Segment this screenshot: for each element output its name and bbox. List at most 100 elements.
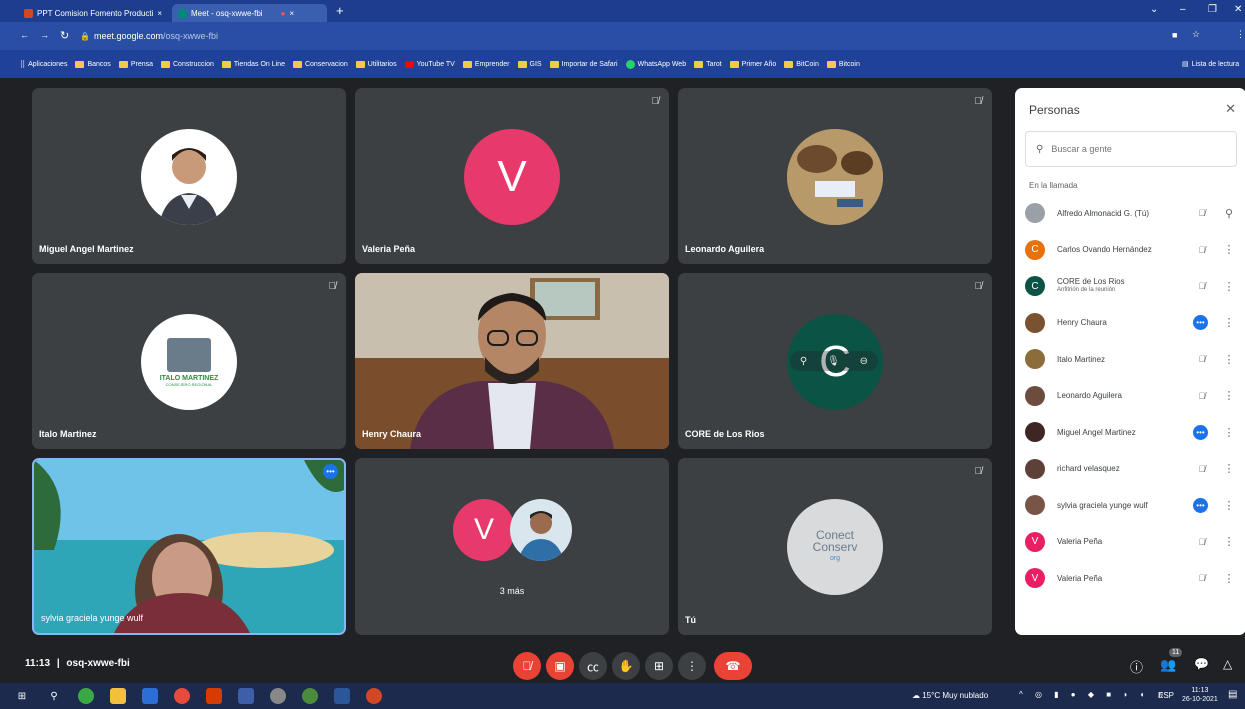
- participant-row[interactable]: C CORE de Los Rios Anfitrión de la reunión…: [1025, 268, 1237, 304]
- participant-row[interactable]: Leonardo Aguilera 🎙̸ ⋮: [1025, 378, 1237, 414]
- file-explorer-icon[interactable]: [110, 688, 126, 704]
- bookmark-tarot[interactable]: Tarot: [694, 60, 722, 68]
- more-vert-icon[interactable]: ⋮: [1221, 499, 1237, 512]
- camera-toggle-button[interactable]: ▣: [546, 652, 574, 680]
- bookmark-bitcoin-1[interactable]: BitCoin: [784, 60, 819, 68]
- close-icon[interactable]: ×: [157, 9, 162, 18]
- chrome-active-icon[interactable]: [302, 688, 318, 704]
- remove-icon[interactable]: ⊖: [860, 356, 868, 367]
- tray-icons[interactable]: ^ ◎ ▮ ● ◆ ■ ◗ ◐ ♫: [1019, 690, 1168, 699]
- more-options-button[interactable]: ⋮: [678, 652, 706, 680]
- more-vert-icon[interactable]: ⋮: [1221, 243, 1237, 256]
- more-vert-icon[interactable]: ⋮: [1221, 535, 1237, 548]
- mic-toggle-button[interactable]: 🎙̸: [513, 652, 541, 680]
- chat-button[interactable]: 💬: [1194, 657, 1209, 671]
- participant-row[interactable]: Alfredo Almonacid G. (Tú) 🎙̸ ⚲: [1025, 195, 1237, 231]
- back-icon[interactable]: ←: [20, 30, 29, 40]
- store-icon[interactable]: [142, 688, 158, 704]
- participant-row[interactable]: Italo Martinez 🎙̸ ⋮: [1025, 341, 1237, 377]
- app-icon[interactable]: [78, 688, 94, 704]
- tile-henry[interactable]: Henry Chaura: [355, 273, 669, 449]
- bookmark-whatsapp[interactable]: WhatsApp Web: [625, 59, 686, 69]
- participant-row[interactable]: Miguel Angel Martinez ••• ⋮: [1025, 414, 1237, 450]
- more-vert-icon[interactable]: ⋮: [1221, 572, 1237, 585]
- bookmark-emprender[interactable]: Emprender: [462, 60, 510, 68]
- mute-participant-icon[interactable]: 🎙: [827, 356, 840, 367]
- participant-row[interactable]: V Valeria Peña 🎙̸ ⋮: [1025, 560, 1237, 596]
- participant-row[interactable]: Henry Chaura ••• ⋮: [1025, 305, 1237, 341]
- participant-row[interactable]: richard velasquez 🎙̸ ⋮: [1025, 451, 1237, 487]
- people-button[interactable]: 👥: [1160, 657, 1176, 673]
- participant-row[interactable]: C Carlos Ovando Hernández 🎙̸ ⋮: [1025, 232, 1237, 268]
- camera-icon[interactable]: ■: [1172, 30, 1177, 40]
- minimize-icon[interactable]: –: [1180, 4, 1186, 15]
- tab-search-icon[interactable]: ⌄: [1150, 4, 1158, 15]
- participant-row[interactable]: sylvia graciela yunge wulf ••• ⋮: [1025, 487, 1237, 523]
- clock[interactable]: 11:13 26-10-2021: [1182, 686, 1218, 704]
- bookmark-star-icon[interactable]: ☆: [1192, 29, 1200, 40]
- notification-icon[interactable]: ▤: [1228, 689, 1237, 700]
- pin-icon[interactable]: ⚲: [800, 356, 807, 367]
- present-button[interactable]: ⊞: [645, 652, 673, 680]
- more-vert-icon[interactable]: ⋮: [1221, 280, 1237, 293]
- language-indicator[interactable]: ESP: [1158, 691, 1174, 700]
- more-vert-icon[interactable]: ⋮: [1221, 389, 1237, 402]
- tile-leonardo[interactable]: 🎙̸ Leonardo Aguilera: [678, 88, 992, 264]
- bookmark-construccion[interactable]: Construccion: [161, 60, 214, 68]
- powerpoint-icon[interactable]: [366, 688, 382, 704]
- tile-valeria[interactable]: 🎙̸ V Valeria Peña: [355, 88, 669, 264]
- office-icon[interactable]: [206, 688, 222, 704]
- weather-widget[interactable]: ☁ 15°C Muy nublado: [912, 691, 988, 700]
- search-field[interactable]: ⚲: [1025, 131, 1237, 167]
- bookmark-apps[interactable]: ⣿ Aplicaciones: [20, 60, 67, 69]
- participant-row[interactable]: V Valeria Peña 🎙̸ ⋮: [1025, 524, 1237, 560]
- app-icon[interactable]: [270, 688, 286, 704]
- tile-self[interactable]: 🎙̸ Conect Conserv org Tú: [678, 458, 992, 635]
- tile-sylvia[interactable]: ••• sylvia graciela yunge wulf: [32, 458, 346, 635]
- pin-icon[interactable]: ⚲: [1221, 207, 1237, 220]
- close-icon[interactable]: ✕: [1225, 101, 1236, 117]
- more-vert-icon[interactable]: ⋮: [1221, 426, 1237, 439]
- participant-avatar: [1025, 203, 1045, 223]
- search-icon[interactable]: ⚲: [46, 688, 62, 704]
- mic-off-icon: 🎙̸: [1198, 573, 1206, 583]
- bookmark-primer-ano[interactable]: Primer Año: [729, 60, 776, 68]
- more-vert-icon[interactable]: ⋮: [1221, 353, 1237, 366]
- new-tab-button[interactable]: +: [336, 3, 344, 18]
- bookmark-bitcoin-2[interactable]: Bitcoin: [826, 60, 860, 68]
- meeting-details-button[interactable]: ⓘ: [1130, 657, 1143, 676]
- end-call-button[interactable]: ☎: [714, 652, 752, 680]
- window-close-icon[interactable]: ✕: [1234, 4, 1242, 15]
- reload-icon[interactable]: ↻: [60, 29, 69, 42]
- close-icon[interactable]: ×: [289, 9, 294, 18]
- bookmark-bancos[interactable]: Bancos: [75, 60, 111, 68]
- activities-button[interactable]: △: [1223, 657, 1232, 671]
- raise-hand-button[interactable]: ✋: [612, 652, 640, 680]
- more-vert-icon[interactable]: ⋮: [1221, 316, 1237, 329]
- windows-start-icon[interactable]: ⊞: [14, 688, 30, 704]
- search-input[interactable]: [1051, 144, 1212, 154]
- bookmark-safari[interactable]: Importar de Safari: [549, 60, 618, 68]
- url-field[interactable]: 🔒 meet.google.com/osq-xwwe-fbi: [80, 27, 1160, 45]
- reading-list[interactable]: ▤ Lista de lectura: [1182, 60, 1239, 69]
- captions-button[interactable]: ㏄: [579, 652, 607, 680]
- word-icon[interactable]: [334, 688, 350, 704]
- bookmark-prensa[interactable]: Prensa: [118, 60, 153, 68]
- restore-icon[interactable]: ❐: [1208, 4, 1217, 15]
- tile-italo[interactable]: 🎙̸ ITALO MARTINEZ CONSEJERO REGIONAL Ita…: [32, 273, 346, 449]
- bookmark-utilitarios[interactable]: Utilitarios: [355, 60, 397, 68]
- tile-miguel[interactable]: Miguel Angel Martinez: [32, 88, 346, 264]
- app-icon[interactable]: [238, 688, 254, 704]
- forward-icon[interactable]: →: [40, 30, 49, 40]
- tile-more[interactable]: V 3 más: [355, 458, 669, 635]
- bookmark-conservacion[interactable]: Conservacion: [292, 60, 348, 68]
- tab-ppt[interactable]: PPT Comision Fomento Producti ×: [18, 4, 168, 22]
- menu-icon[interactable]: ⋮: [1236, 29, 1245, 40]
- tile-core[interactable]: 🎙̸ C ⚲ 🎙 ⊖ CORE de Los Rios: [678, 273, 992, 449]
- chrome-icon[interactable]: [174, 688, 190, 704]
- bookmark-youtube[interactable]: YouTube TV: [404, 60, 455, 68]
- more-vert-icon[interactable]: ⋮: [1221, 462, 1237, 475]
- bookmark-tiendas[interactable]: Tiendas On Line: [221, 60, 285, 68]
- bookmark-gis[interactable]: GIS: [517, 60, 542, 68]
- tab-meet[interactable]: Meet - osq-xwwe-fbi ● ×: [172, 4, 327, 22]
